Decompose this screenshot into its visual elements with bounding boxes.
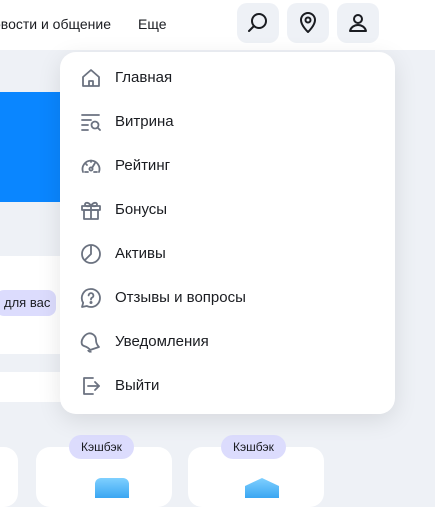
search-icon — [248, 13, 267, 32]
product-card[interactable] — [0, 447, 18, 507]
gift-icon — [79, 198, 103, 222]
showcase-search-icon — [79, 110, 103, 134]
menu-item-label: Выйти — [115, 377, 160, 394]
menu-item-label: Бонусы — [115, 201, 168, 218]
menu-item-label: Главная — [115, 69, 173, 86]
menu-item-label: Отзывы и вопросы — [115, 289, 246, 306]
profile-dropdown-menu: Главная Витрина Рейтинг Бонусы Активы От… — [60, 52, 395, 414]
product-image — [95, 478, 129, 498]
location-button[interactable] — [287, 3, 329, 43]
user-icon — [349, 14, 367, 32]
bell-icon — [79, 330, 103, 354]
menu-item-rating[interactable]: Рейтинг — [60, 144, 395, 188]
home-icon — [79, 66, 103, 90]
location-pin-icon — [300, 12, 316, 33]
menu-item-label: Уведомления — [115, 333, 209, 350]
top-bar: овости и общение Еще — [0, 0, 435, 50]
menu-item-label: Витрина — [115, 113, 174, 130]
pie-chart-icon — [79, 242, 103, 266]
for-you-tag[interactable]: для вас — [0, 290, 57, 316]
question-bubble-icon — [79, 286, 103, 310]
search-button[interactable] — [237, 3, 279, 43]
menu-item-logout[interactable]: Выйти — [60, 364, 395, 408]
menu-item-bonuses[interactable]: Бонусы — [60, 188, 395, 232]
menu-item-reviews[interactable]: Отзывы и вопросы — [60, 276, 395, 320]
menu-item-label: Активы — [115, 245, 166, 262]
nav-more[interactable]: Еще — [138, 16, 167, 32]
cashback-badge: Кэшбэк — [69, 435, 134, 459]
menu-item-assets[interactable]: Активы — [60, 232, 395, 276]
nav-news-and-communication[interactable]: овости и общение — [0, 16, 111, 32]
cashback-badge: Кэшбэк — [221, 435, 286, 459]
menu-item-notifications[interactable]: Уведомления — [60, 320, 395, 364]
menu-item-label: Рейтинг — [115, 157, 171, 174]
profile-button[interactable] — [337, 3, 379, 43]
menu-item-showcase[interactable]: Витрина — [60, 100, 395, 144]
logout-icon — [79, 374, 103, 398]
speedometer-icon — [79, 154, 103, 178]
menu-item-home[interactable]: Главная — [60, 56, 395, 100]
